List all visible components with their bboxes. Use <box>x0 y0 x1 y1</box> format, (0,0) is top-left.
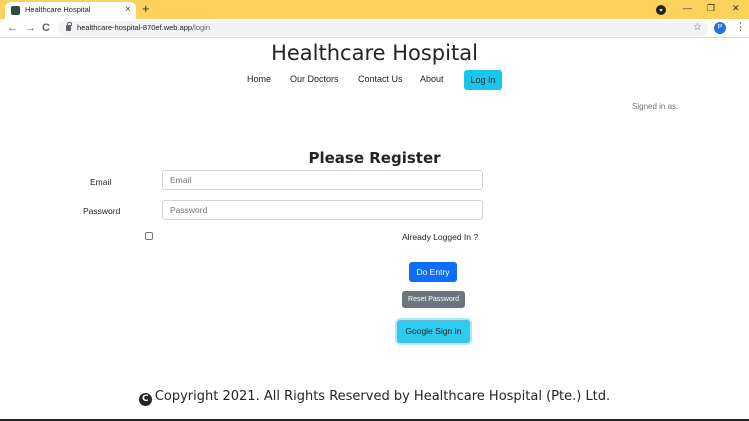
form-title: Please Register <box>308 149 441 167</box>
site-title: Healthcare Hospital <box>271 41 478 65</box>
nav-home[interactable]: Home <box>247 74 271 84</box>
tab-title: Healthcare Hospital <box>25 5 91 14</box>
copyright-icon: C <box>138 393 152 406</box>
copyright-text: Copyright 2021. All Rights Reserved by H… <box>154 389 611 404</box>
forward-icon[interactable]: → <box>25 21 36 35</box>
new-tab-icon[interactable]: + <box>142 1 150 16</box>
already-logged-in-checkbox[interactable] <box>145 232 153 240</box>
browser-tab-bar: Healthcare Hospital × + — ❐ ✕ <box>0 0 749 19</box>
login-button[interactable]: Log In <box>464 70 502 90</box>
bookmark-star-icon[interactable]: ☆ <box>693 21 702 35</box>
url-text: healthcare-hospital-870ef.web.app/login <box>77 23 211 32</box>
minimize-icon[interactable]: — <box>683 2 692 15</box>
back-icon[interactable]: ← <box>7 21 18 35</box>
nav-our-doctors[interactable]: Our Doctors <box>290 74 339 84</box>
browser-tab[interactable]: Healthcare Hospital × <box>5 2 136 19</box>
do-entry-button[interactable]: Do Entry <box>409 262 457 282</box>
menu-dots-icon[interactable]: ⋮ <box>735 20 746 34</box>
lock-icon[interactable] <box>66 22 72 31</box>
email-field[interactable] <box>162 170 483 190</box>
footer-copyright: C Copyright 2021. All Rights Reserved by … <box>0 389 749 406</box>
nav-contact-us[interactable]: Contact Us <box>358 74 403 84</box>
restore-icon[interactable]: ❐ <box>707 2 715 15</box>
password-field[interactable] <box>162 200 483 220</box>
email-label: Email <box>90 177 112 187</box>
google-sign-in-button[interactable]: Google Sign In <box>397 320 470 343</box>
profile-avatar[interactable]: P <box>714 22 726 34</box>
tab-search-icon[interactable] <box>656 5 666 15</box>
nav-about[interactable]: About <box>420 74 444 84</box>
reload-icon[interactable]: C <box>42 21 50 35</box>
reset-password-button[interactable]: Reset Password <box>402 291 465 308</box>
close-window-icon[interactable]: ✕ <box>732 2 740 15</box>
address-bar[interactable]: healthcare-hospital-870ef.web.app/login … <box>58 21 708 36</box>
tab-close-icon[interactable]: × <box>125 3 131 17</box>
browser-toolbar: ← → C healthcare-hospital-870ef.web.app/… <box>0 19 749 38</box>
signed-in-status: Signed in as: <box>632 102 679 111</box>
already-logged-in-label: Already Logged In ? <box>402 232 479 242</box>
hospital-favicon-icon <box>11 6 20 15</box>
password-label: Password <box>83 206 121 216</box>
